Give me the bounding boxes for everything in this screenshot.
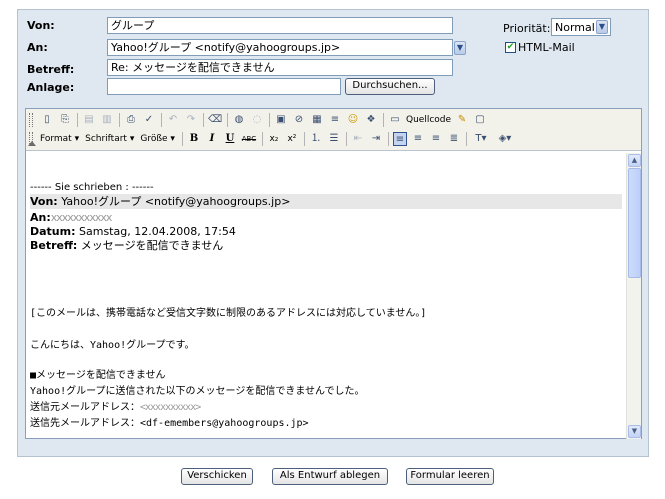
quote-datum-label: Datum: (30, 225, 76, 238)
quote-betreff-line: Betreff: メッセージを配信できません (30, 238, 223, 253)
quote-von-label: Von: (30, 195, 58, 208)
align-left-icon[interactable]: ≡ (392, 132, 407, 146)
spellcheck-icon[interactable]: ✓ (142, 113, 156, 127)
new-page-icon[interactable]: ▯ (40, 113, 54, 127)
editor-scrollbar[interactable]: ▲ ▼ (626, 153, 641, 439)
save-draft-button[interactable]: Als Entwurf ablegen (272, 468, 388, 485)
numbered-list-icon[interactable]: ⒈ (309, 132, 323, 146)
paste-word-icon[interactable]: ▥ (100, 113, 114, 127)
priority-select[interactable]: Normal ▼ (551, 18, 611, 36)
text-color-icon[interactable]: T▾ (471, 132, 491, 146)
paste-icon[interactable]: ▤ (82, 113, 96, 127)
rich-text-editor: ▯ ⎘ ▤ ▥ ⎙ ✓ ↶ ↷ ⌫ ◍ ◌ ▣ ⊘ ▦ ≡ ☺ ❖ ▭ Quel… (25, 108, 642, 439)
indent-icon[interactable]: ⇥ (369, 132, 383, 146)
an-field[interactable]: Yahoo!グループ <notify@yahoogroups.jp> (107, 39, 453, 56)
image-icon[interactable]: ▣ (274, 113, 288, 127)
scroll-thumb[interactable] (628, 168, 641, 278)
quote-betreff-label: Betreff: (30, 239, 78, 252)
smiley-icon[interactable]: ☺ (346, 113, 360, 127)
quote-datum-value: Samstag, 12.04.2008, 17:54 (75, 225, 236, 238)
size-dropdown[interactable]: Größe ▾ (140, 134, 175, 144)
section-title: ■メッセージを配信できません (30, 370, 166, 381)
source-code-icon[interactable]: ▭ (388, 113, 402, 127)
scroll-down-icon[interactable]: ▼ (628, 425, 641, 438)
fit-window-icon[interactable]: ▢ (473, 113, 487, 127)
bold-button[interactable]: B (187, 132, 201, 146)
toolbar-grip[interactable] (29, 113, 33, 127)
clear-form-button[interactable]: Formular leeren (406, 468, 494, 485)
notice-text: [このメールは、携帯電話など受信文字数に制限のあるアドレスには対応していません。… (30, 308, 427, 319)
undo-icon[interactable]: ↶ (166, 113, 180, 127)
html-mail-checkbox[interactable]: ✔ (505, 42, 516, 53)
an-dropdown-icon[interactable]: ▼ (454, 41, 466, 55)
flash-icon[interactable]: ⊘ (292, 113, 306, 127)
outdent-icon[interactable]: ⇤ (351, 132, 365, 146)
quote-an-value: xxxxxxxxxxx (50, 211, 113, 224)
editor-content[interactable]: ------ Sie schrieben : ------ Von: Yahoo… (30, 154, 622, 436)
redo-icon[interactable]: ↷ (184, 113, 198, 127)
recipient-label: 送信先メールアドレス： (30, 418, 140, 429)
sender-line: 送信元メールアドレス：<xxxxxxxxxx> (30, 400, 201, 415)
eraser-icon[interactable]: ⌫ (208, 113, 222, 127)
an-label: An: (27, 41, 48, 54)
recipient-line: 送信先メールアドレス：<df-emembers@yahoogroups.jp> (30, 416, 309, 431)
von-field[interactable]: グループ (107, 17, 453, 34)
italic-button[interactable]: I (205, 132, 219, 146)
editor-toolbar: ▯ ⎘ ▤ ▥ ⎙ ✓ ↶ ↷ ⌫ ◍ ◌ ▣ ⊘ ▦ ≡ ☺ ❖ ▭ Quel… (26, 109, 641, 151)
compose-panel: Von: グループ An: Yahoo!グループ <notify@yahoogr… (17, 9, 649, 457)
preview-icon[interactable]: ⎘ (58, 113, 72, 127)
toolbar-collapse-icon[interactable] (28, 141, 36, 146)
quote-header: ------ Sie schrieben : ------ (30, 182, 154, 193)
unlink-icon[interactable]: ◌ (250, 113, 264, 127)
horizontal-rule-icon[interactable]: ≡ (328, 113, 342, 127)
quote-von-line: Von: Yahoo!グループ <notify@yahoogroups.jp> (30, 194, 622, 209)
subscript-icon[interactable]: x₂ (267, 132, 281, 146)
sender-value: <xxxxxxxxxx> (140, 402, 201, 413)
betreff-field[interactable]: Re: メッセージを配信できません (107, 59, 453, 76)
scroll-up-icon[interactable]: ▲ (628, 154, 641, 167)
print-icon[interactable]: ⎙ (124, 113, 138, 127)
toolbar-row-2: Format ▾ Schriftart ▾ Größe ▾ B I U ABC … (40, 130, 519, 148)
send-button[interactable]: Verschicken (181, 468, 253, 485)
quote-an-line: An:xxxxxxxxxxx (30, 210, 113, 225)
superscript-icon[interactable]: x² (285, 132, 299, 146)
greeting-text: こんにちは、Yahoo!グループです。 (30, 340, 195, 351)
special-char-icon[interactable]: ❖ (364, 113, 378, 127)
stamp-icon[interactable]: ✎ (455, 113, 469, 127)
browse-button[interactable]: Durchsuchen... (345, 78, 435, 95)
priority-dropdown-icon[interactable]: ▼ (596, 20, 608, 34)
sender-label: 送信元メールアドレス： (30, 402, 140, 413)
von-label: Von: (27, 19, 55, 32)
html-mail-label: HTML-Mail (518, 41, 575, 54)
priority-value: Normal (555, 21, 595, 34)
quote-von-value: Yahoo!グループ <notify@yahoogroups.jp> (57, 195, 291, 208)
align-justify-icon[interactable]: ≣ (447, 132, 461, 146)
section-text: Yahoo!グループに送信された以下のメッセージを配信できませんでした。 (30, 386, 365, 397)
betreff-label: Betreff: (27, 63, 75, 76)
link-icon[interactable]: ◍ (232, 113, 246, 127)
toolbar-row-1: ▯ ⎘ ▤ ▥ ⎙ ✓ ↶ ↷ ⌫ ◍ ◌ ▣ ⊘ ▦ ≡ ☺ ❖ ▭ Quel… (40, 111, 491, 129)
align-center-icon[interactable]: ≡ (411, 132, 425, 146)
font-dropdown[interactable]: Schriftart ▾ (85, 134, 134, 144)
priority-label: Priorität: (503, 22, 551, 35)
anlage-field[interactable] (107, 78, 341, 95)
quote-betreff-value: メッセージを配信できません (77, 239, 224, 252)
anlage-label: Anlage: (27, 81, 75, 94)
quote-datum-line: Datum: Samstag, 12.04.2008, 17:54 (30, 224, 236, 239)
align-right-icon[interactable]: ≡ (429, 132, 443, 146)
source-code-button[interactable]: Quellcode (406, 115, 451, 125)
recipient-value: <df-emembers@yahoogroups.jp> (140, 418, 309, 429)
format-dropdown[interactable]: Format ▾ (40, 134, 79, 144)
bullet-list-icon[interactable]: ☰ (327, 132, 341, 146)
strikethrough-button[interactable]: ABC (241, 132, 257, 146)
underline-button[interactable]: U (223, 132, 237, 146)
table-icon[interactable]: ▦ (310, 113, 324, 127)
background-color-icon[interactable]: ◈▾ (495, 132, 515, 146)
quote-an-label: An: (30, 211, 51, 224)
